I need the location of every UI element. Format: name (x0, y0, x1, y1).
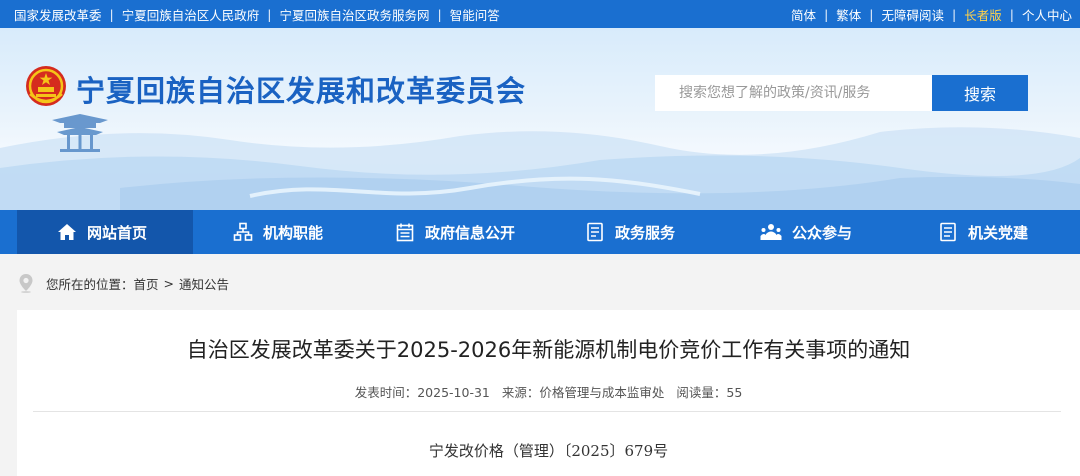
article-meta: 发表时间：2025-10-31 来源：价格管理与成本监审处 阅读量：55 (17, 382, 1080, 401)
nav-item-home[interactable]: 网站首页 (17, 210, 193, 254)
elderly-mode-link[interactable]: 长者版 (964, 5, 1002, 24)
search-input[interactable] (655, 75, 933, 111)
home-icon (58, 224, 76, 240)
separator: | (952, 6, 957, 22)
publish-label: 发表时间： (354, 385, 418, 400)
nav-item-label: 政府信息公开 (425, 223, 516, 242)
link-smart-qa[interactable]: 智能问答 (450, 5, 500, 24)
separator: | (1009, 6, 1014, 22)
main-nav: 网站首页 机构职能 政府信息公开 政务服务 公众参与 机关党建 (0, 210, 1080, 254)
divider (33, 411, 1061, 412)
breadcrumb-notices[interactable]: 通知公告 (179, 274, 229, 293)
separator: | (109, 6, 114, 22)
source-info: 来源：价格管理与成本监审处 (502, 385, 665, 400)
link-ndrc[interactable]: 国家发展改革委 (14, 5, 102, 24)
breadcrumb-prefix: 您所在的位置： (46, 276, 134, 292)
article-card: 自治区发展改革委关于2025-2026年新能源机制电价竞价工作有关事项的通知 发… (17, 310, 1080, 476)
link-gov-service[interactable]: 宁夏回族自治区政务服务网 (279, 5, 429, 24)
breadcrumb-home[interactable]: 首页 (134, 274, 159, 293)
publish-date: 2025-10-31 (417, 385, 490, 400)
nav-item-label: 公众参与 (792, 223, 853, 242)
article-title: 自治区发展改革委关于2025-2026年新能源机制电价竞价工作有关事项的通知 (186, 338, 911, 362)
utility-links: 简体 | 繁体 | 无障碍阅读 | 长者版 | 个人中心 (791, 0, 1072, 28)
views-label: 阅读量： (676, 385, 727, 400)
nav-item-label: 网站首页 (87, 223, 148, 242)
external-links: 国家发展改革委 | 宁夏回族自治区人民政府 | 宁夏回族自治区政务服务网 | 智… (14, 0, 500, 28)
nav-item-gov-service[interactable]: 政务服务 (585, 210, 675, 254)
org-chart-icon (233, 222, 253, 241)
views-count: 55 (726, 385, 743, 400)
separator: | (267, 6, 272, 22)
link-ningxia-gov[interactable]: 宁夏回族自治区人民政府 (122, 5, 260, 24)
nav-item-gov-info[interactable]: 政府信息公开 (395, 210, 515, 254)
header-banner: 宁夏回族自治区发展和改革委员会 搜索 (0, 28, 1080, 210)
traditional-chinese-link[interactable]: 繁体 (836, 5, 861, 24)
nav-item-label: 政务服务 (615, 223, 676, 242)
simplified-chinese-link[interactable]: 简体 (791, 5, 816, 24)
breadcrumb-separator: > (163, 275, 175, 291)
document-number: 宁发改价格（管理）〔2025〕679号 (428, 442, 669, 460)
source-value: 价格管理与成本监审处 (539, 385, 665, 400)
top-utility-bar: 国家发展改革委 | 宁夏回族自治区人民政府 | 宁夏回族自治区政务服务网 | 智… (0, 0, 1080, 28)
separator: | (869, 6, 874, 22)
publish-info: 发表时间：2025-10-31 (355, 385, 490, 400)
source-label: 来源： (501, 385, 540, 400)
party-doc-icon (940, 222, 956, 242)
service-doc-icon (587, 222, 603, 242)
separator: | (437, 6, 442, 22)
national-emblem-icon (26, 66, 66, 106)
nav-item-organization[interactable]: 机构职能 (233, 210, 323, 254)
calendar-doc-icon (396, 223, 414, 242)
breadcrumb: 您所在的位置： 首页 > 通知公告 (18, 273, 229, 293)
separator: | (824, 6, 829, 22)
location-pin-icon (19, 274, 33, 293)
nav-item-public-participation[interactable]: 公众参与 (760, 210, 852, 254)
site-title[interactable]: 宁夏回族自治区发展和改革委员会 (76, 68, 526, 110)
people-icon (760, 224, 782, 240)
nav-item-label: 机构职能 (263, 223, 324, 242)
nav-item-party-building[interactable]: 机关党建 (938, 210, 1028, 254)
views-info: 阅读量：55 (676, 385, 742, 400)
accessibility-link[interactable]: 无障碍阅读 (882, 5, 945, 24)
nav-item-label: 机关党建 (968, 223, 1029, 242)
landscape-background (0, 114, 1080, 210)
personal-center-link[interactable]: 个人中心 (1022, 5, 1072, 24)
search-button[interactable]: 搜索 (932, 75, 1028, 111)
